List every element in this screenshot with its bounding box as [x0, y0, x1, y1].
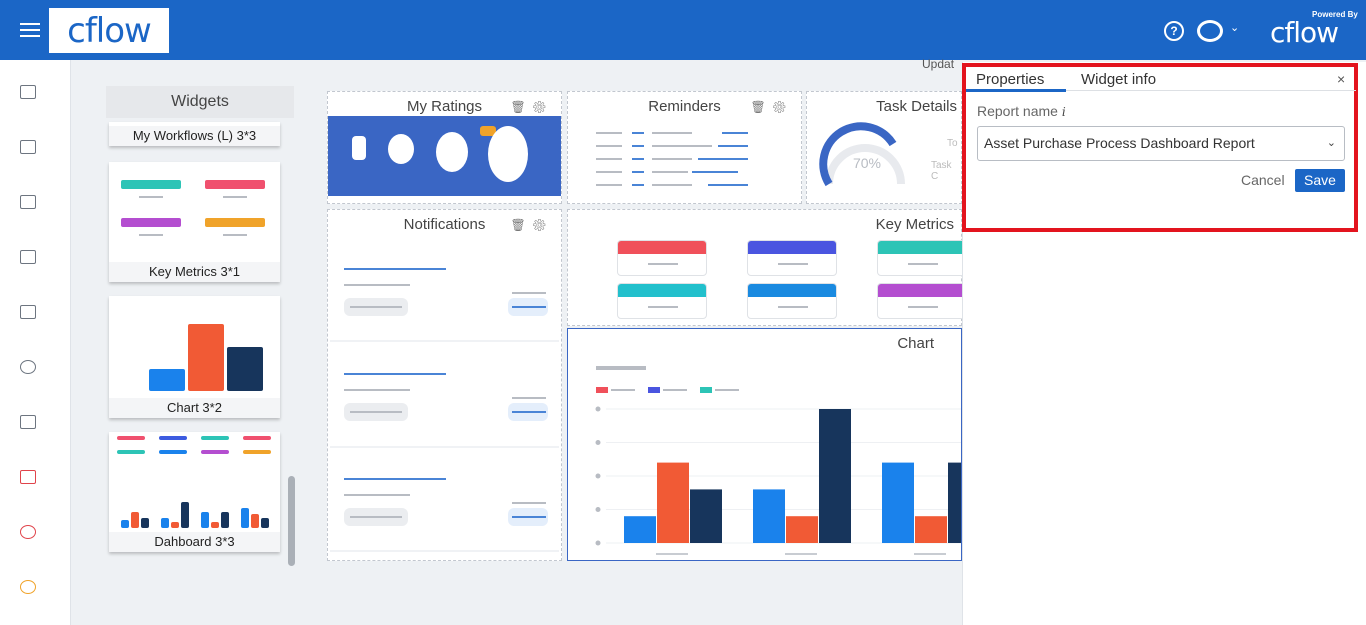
- tile-title: Key Metrics: [875, 216, 954, 233]
- save-button[interactable]: Save: [1295, 169, 1345, 192]
- chart-bar: [786, 516, 818, 543]
- widget-card-key-metrics[interactable]: Key Metrics 3*1: [109, 162, 280, 282]
- calendar-icon[interactable]: [20, 195, 36, 209]
- legend-swatch: [700, 387, 712, 393]
- target-icon[interactable]: [20, 525, 36, 539]
- tile-actions[interactable]: 🗑⚙: [511, 100, 553, 114]
- history-icon[interactable]: [20, 360, 36, 374]
- workflow-icon[interactable]: [20, 470, 36, 484]
- chart-bar: [753, 489, 785, 543]
- widgets-scrollbar[interactable]: [288, 476, 295, 566]
- progress-gauge: 70%: [819, 122, 905, 187]
- tab-properties[interactable]: Properties: [976, 71, 1044, 88]
- y-axis-tick: [595, 406, 601, 412]
- updated-text: Updat: [922, 57, 955, 71]
- legend-swatch: [648, 387, 660, 393]
- home-icon[interactable]: [20, 85, 36, 99]
- help-icon[interactable]: ?: [1164, 21, 1184, 41]
- chevron-down-icon[interactable]: ⌄: [1230, 21, 1239, 34]
- tile-my-ratings[interactable]: My Ratings 🗑⚙: [327, 91, 562, 204]
- tile-actions[interactable]: 🗑⚙: [751, 100, 793, 114]
- chart-bar: [948, 462, 961, 543]
- gauge-percent: 70%: [853, 155, 881, 171]
- left-sidebar: [0, 60, 71, 625]
- widget-card-label: My Workflows (L) 3*3: [109, 126, 280, 146]
- chart-bar: [882, 462, 914, 543]
- tile-notifications[interactable]: Notifications 🗑⚙: [327, 209, 562, 561]
- widget-card-chart[interactable]: Chart 3*2: [109, 296, 280, 418]
- task-label-completed: Task C: [931, 160, 952, 182]
- headset-icon[interactable]: [20, 580, 36, 594]
- report-icon[interactable]: [20, 415, 36, 429]
- legend-label-placeholder: [611, 389, 635, 391]
- widget-card-dashboard[interactable]: Dahboard 3*3: [109, 432, 280, 552]
- chart-bar: [624, 516, 656, 543]
- chart-bar: [657, 462, 689, 543]
- widget-card-my-workflows[interactable]: My Workflows (L) 3*3: [109, 122, 280, 146]
- chart-bar: [819, 409, 851, 543]
- avatar[interactable]: [1197, 20, 1223, 42]
- gear-icon[interactable]: ⚙: [772, 100, 793, 114]
- chart-bar: [915, 516, 947, 543]
- active-tab-indicator: [966, 89, 1066, 92]
- widget-card-label: Chart 3*2: [109, 398, 280, 418]
- legend-swatch: [596, 387, 608, 393]
- y-axis-tick: [595, 473, 601, 479]
- hamburger-menu-icon[interactable]: [20, 19, 40, 41]
- close-icon[interactable]: ×: [1337, 71, 1345, 87]
- chevron-down-icon: ⌄: [1326, 137, 1336, 149]
- image-icon[interactable]: [20, 250, 36, 264]
- book-icon[interactable]: [20, 305, 36, 319]
- dashboard-icon[interactable]: [20, 140, 36, 154]
- tile-reminders[interactable]: Reminders 🗑⚙: [567, 91, 802, 204]
- x-axis-label-placeholder: [656, 553, 688, 555]
- widget-card-label: Key Metrics 3*1: [109, 262, 280, 282]
- gear-icon[interactable]: ⚙: [532, 218, 553, 232]
- legend-label-placeholder: [715, 389, 739, 391]
- chart-plot: [595, 366, 961, 555]
- x-axis-label-placeholder: [785, 553, 817, 555]
- widgets-panel: Widgets My Workflows (L) 3*3 Key Metrics…: [106, 86, 294, 566]
- legend-label-placeholder: [663, 389, 687, 391]
- task-label-total: To: [947, 138, 958, 149]
- y-axis-tick: [595, 540, 601, 546]
- ratings-illustration: [328, 116, 561, 196]
- chart-bar: [690, 489, 722, 543]
- logo[interactable]: cflow: [49, 8, 169, 53]
- widget-card-label: Dahboard 3*3: [109, 532, 280, 552]
- logo-text: cflow: [67, 10, 152, 51]
- widgets-panel-title: Widgets: [106, 86, 294, 118]
- trash-icon[interactable]: 🗑: [751, 100, 772, 114]
- tile-title: Task Details: [876, 98, 957, 115]
- tab-widget-info[interactable]: Widget info: [1081, 71, 1156, 88]
- report-name-select[interactable]: Asset Purchase Process Dashboard Report …: [977, 126, 1345, 161]
- top-bar: cflow ? ⌄ Powered By cflow: [0, 0, 1366, 60]
- y-axis-tick: [595, 507, 601, 512]
- tile-chart[interactable]: Chart: [567, 328, 962, 561]
- trash-icon[interactable]: 🗑: [511, 218, 532, 232]
- gear-icon[interactable]: ⚙: [532, 100, 553, 114]
- tile-actions[interactable]: 🗑⚙: [511, 218, 553, 232]
- report-name-label: Report name i: [977, 103, 1066, 119]
- tile-key-metrics[interactable]: Key Metrics: [567, 209, 967, 326]
- info-icon[interactable]: i: [1062, 105, 1066, 119]
- brand-logo: cflow: [1270, 16, 1339, 49]
- y-axis-tick: [595, 440, 601, 445]
- trash-icon[interactable]: 🗑: [511, 100, 532, 114]
- report-name-value: Asset Purchase Process Dashboard Report: [984, 135, 1255, 151]
- chart-title-placeholder: [596, 366, 646, 370]
- tile-task-details[interactable]: Task Details 70% To Task C: [806, 91, 962, 204]
- cancel-button[interactable]: Cancel: [1241, 172, 1285, 188]
- x-axis-label-placeholder: [914, 553, 946, 555]
